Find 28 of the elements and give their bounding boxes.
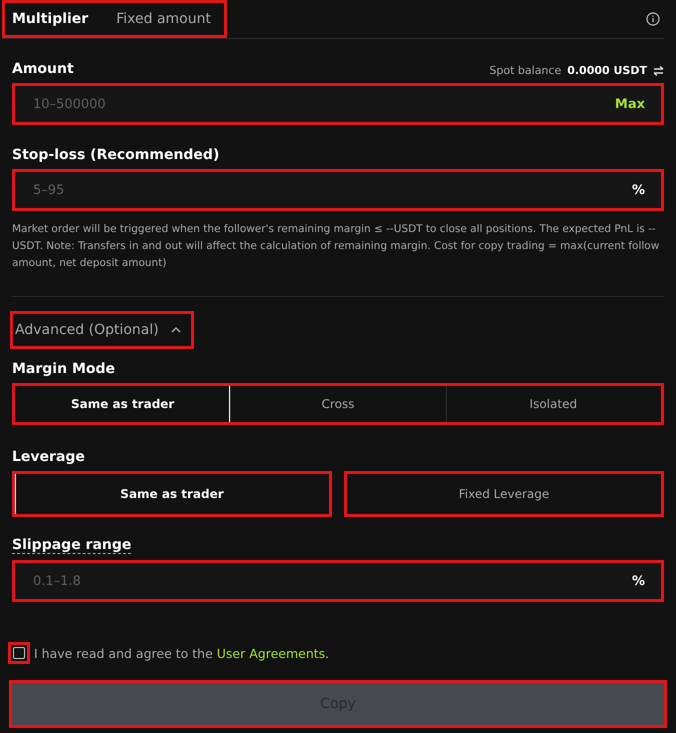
swap-icon[interactable]	[653, 66, 664, 76]
field-label: Stop-loss (Recommended)	[12, 147, 220, 163]
balance-label: Spot balance	[489, 64, 562, 77]
info-icon[interactable]	[646, 12, 660, 26]
slippage-input[interactable]: 0.1–1.8	[31, 572, 632, 590]
percent-unit: %	[632, 182, 645, 198]
slippage-field[interactable]: 0.1–1.8 %	[12, 560, 664, 602]
amount-field[interactable]: 10–500000 Max	[12, 83, 664, 125]
percent-unit: %	[632, 574, 645, 588]
chevron-icon	[170, 327, 181, 333]
field-label: Slippage range	[12, 537, 132, 554]
stop-loss-note: Market order will be triggered when the follower's remaining margin ≤ --USDT to close all positions. The expected PnL is -- USDT. Note: Transfers in and out will affect the calculation of remaining margin. Cost for copy trading = max(current follow amount, net deposit amount)	[12, 222, 660, 271]
field-label: Leverage	[12, 449, 85, 465]
stop-loss-input[interactable]: 5–95	[31, 182, 632, 198]
tab[interactable]: Fixed amount	[116, 11, 211, 27]
advanced-toggle[interactable]: Advanced (Optional)	[10, 311, 194, 349]
field-label: Amount	[12, 61, 74, 77]
leverage-option[interactable]: Same as trader	[12, 471, 332, 517]
tab[interactable]: Multiplier	[12, 11, 88, 27]
agreement-text: I have read and agree to the User Agreements.	[34, 646, 330, 660]
leverage-option[interactable]: Fixed Leverage	[344, 471, 664, 517]
stop-loss-field[interactable]: 5–95 %	[12, 169, 664, 211]
amount-input[interactable]: 10–500000	[31, 96, 615, 112]
user-agreements-link[interactable]: User Agreements.	[216, 646, 330, 660]
field-label: Margin Mode	[12, 361, 116, 377]
balance-value: 0.0000 USDT	[567, 64, 647, 77]
agreement-checkbox[interactable]	[13, 647, 25, 659]
max-link[interactable]: Max	[614, 96, 645, 112]
